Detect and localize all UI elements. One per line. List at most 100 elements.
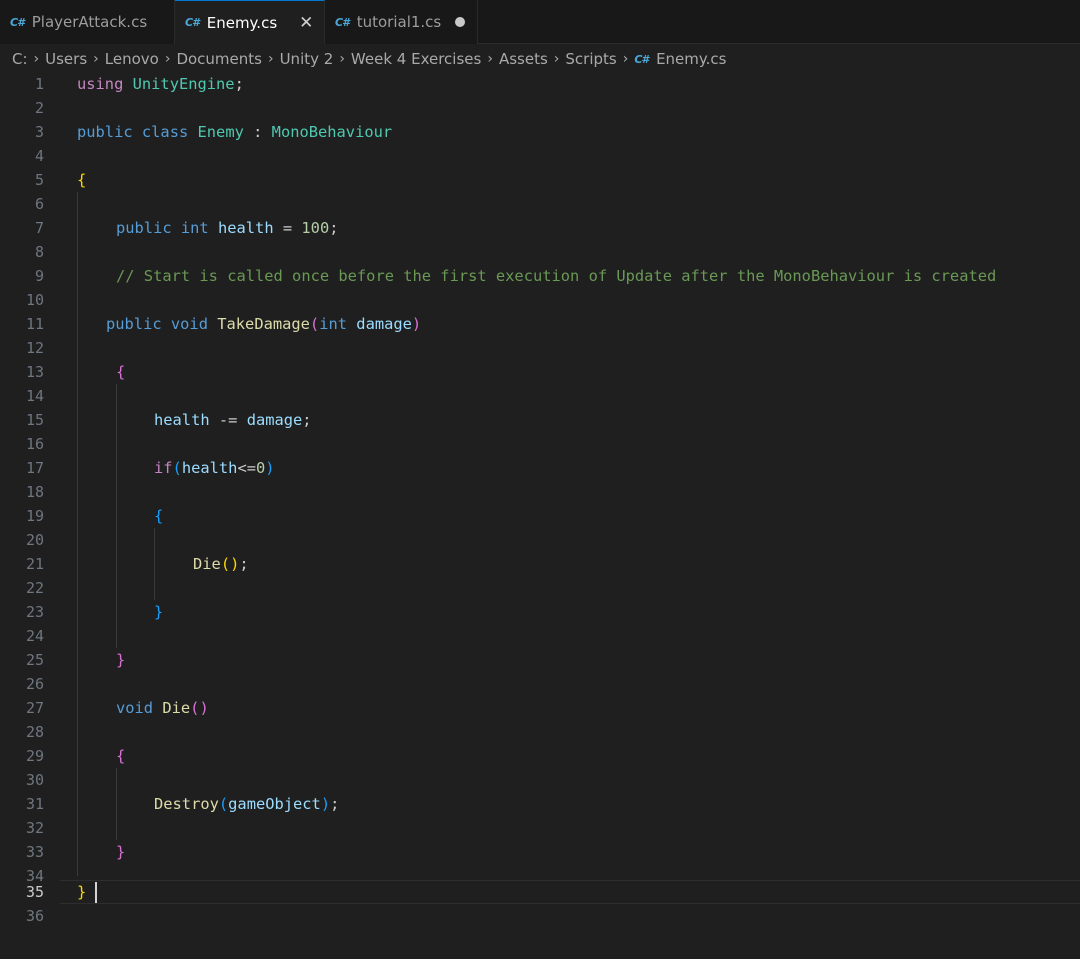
line-number: 6 <box>34 195 44 213</box>
breadcrumb-item[interactable]: Documents <box>176 50 262 68</box>
breadcrumb-item[interactable]: Lenovo <box>105 50 159 68</box>
code-line: 28 <box>0 720 1080 744</box>
breadcrumb-item[interactable]: Scripts <box>565 50 616 68</box>
line-number: 26 <box>25 675 44 693</box>
code-line: 18 <box>0 480 1080 504</box>
breadcrumb-item[interactable]: Users <box>45 50 87 68</box>
breadcrumb-file[interactable]: Enemy.cs <box>656 50 726 68</box>
line-number: 28 <box>25 723 44 741</box>
code-token: health <box>154 411 210 429</box>
code-token: void <box>116 699 154 717</box>
code-token: Destroy <box>154 795 219 813</box>
chevron-right-icon: › <box>553 51 560 67</box>
code-token: damage <box>356 315 412 333</box>
line-number: 17 <box>25 459 44 477</box>
tab-playerattack[interactable]: C# PlayerAttack.cs <box>0 0 175 44</box>
tab-tutorial1[interactable]: C# tutorial1.cs <box>325 0 478 44</box>
line-number: 29 <box>25 747 44 765</box>
line-code: } <box>116 648 125 672</box>
line-code: void Die() <box>116 696 209 720</box>
code-token: UnityEngine <box>132 75 235 93</box>
code-line: 11 public void TakeDamage(int damage) <box>0 312 1080 336</box>
code-line: 5{ <box>0 168 1080 192</box>
code-line: 14 <box>0 384 1080 408</box>
code-line: 9 // Start is called once before the firs… <box>0 264 1080 288</box>
code-token: } <box>116 843 126 861</box>
line-number: 15 <box>25 411 44 429</box>
code-line: 12 <box>0 336 1080 360</box>
line-number: 9 <box>34 267 44 285</box>
line-code: } <box>154 600 163 624</box>
code-comment: // Start is called once before the first… <box>116 267 997 285</box>
code-line: 30 <box>0 768 1080 792</box>
line-number: 30 <box>25 771 44 789</box>
code-line: 13 { <box>0 360 1080 384</box>
line-number: 10 <box>25 291 44 309</box>
code-token: TakeDamage <box>217 315 310 333</box>
line-number: 5 <box>34 171 44 189</box>
code-line: 22 <box>0 576 1080 600</box>
code-token: 0 <box>255 459 266 477</box>
chevron-right-icon: › <box>339 51 345 67</box>
code-line: 6 <box>0 192 1080 216</box>
line-number: 8 <box>34 243 44 261</box>
line-code: } <box>77 880 86 904</box>
breadcrumb-item[interactable]: Week 4 Exercises <box>351 50 481 68</box>
line-number: 11 <box>25 315 44 333</box>
line-number: 27 <box>25 699 44 717</box>
code-token: void <box>170 315 208 333</box>
code-token: health <box>181 459 238 477</box>
code-token: } <box>77 883 87 901</box>
csharp-icon: C# <box>634 52 649 66</box>
code-token: public <box>116 219 172 237</box>
line-number: 35 <box>25 883 44 901</box>
line-number: 21 <box>25 555 44 573</box>
code-editor[interactable]: 1 using UnityEngine; 2 3 public class Enem… <box>0 72 1080 959</box>
code-line: 19 { <box>0 504 1080 528</box>
code-token: Enemy <box>197 123 244 141</box>
breadcrumb-item[interactable]: C: <box>12 50 28 68</box>
code-token: { <box>116 747 126 765</box>
code-token: ; <box>239 555 249 573</box>
line-code: { <box>154 504 163 528</box>
line-number: 33 <box>25 843 44 861</box>
code-token: ) <box>265 459 275 477</box>
code-token: } <box>154 603 164 621</box>
code-token: int <box>180 219 209 237</box>
line-number: 36 <box>25 907 44 925</box>
line-number: 4 <box>34 147 44 165</box>
line-code: { <box>116 360 125 384</box>
code-token: = <box>273 219 302 237</box>
close-icon[interactable]: ✕ <box>299 13 313 33</box>
line-number: 23 <box>25 603 44 621</box>
line-number: 1 <box>34 75 44 93</box>
code-token: Die <box>193 555 221 573</box>
code-token: () <box>220 555 240 573</box>
chevron-right-icon: › <box>267 51 274 67</box>
unsaved-dot-icon[interactable] <box>455 17 465 27</box>
code-token: ( <box>172 459 182 477</box>
line-code: if(health<=0) <box>154 456 275 480</box>
code-line: 33} <box>0 840 1080 864</box>
code-line-current: 35} <box>0 880 1080 904</box>
line-number: 19 <box>25 507 44 525</box>
code-line: 24 <box>0 624 1080 648</box>
code-token: using <box>77 75 124 93</box>
chevron-right-icon: › <box>33 51 40 67</box>
line-code: } <box>116 840 125 864</box>
tab-enemy[interactable]: C# Enemy.cs ✕ <box>175 0 325 44</box>
line-number: 18 <box>25 483 44 501</box>
text-cursor <box>95 882 97 903</box>
code-token: if <box>154 459 173 477</box>
line-number: 7 <box>34 219 44 237</box>
breadcrumb-item[interactable]: Unity 2 <box>280 50 334 68</box>
csharp-icon: C# <box>10 15 25 29</box>
breadcrumb-item[interactable]: Assets <box>499 50 548 68</box>
